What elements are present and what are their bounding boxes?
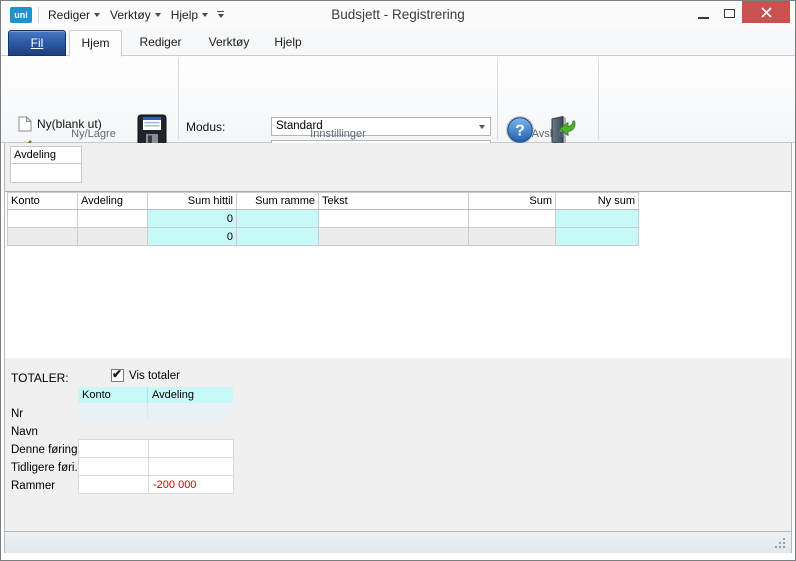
totals-row-denne-foring (79, 440, 234, 458)
status-bar (5, 531, 791, 553)
group-label-innstillinger: Innstillinger (179, 128, 497, 140)
totals-cell (149, 458, 234, 476)
cell-ny-sum[interactable] (556, 228, 639, 246)
minimize-icon (698, 17, 709, 19)
title-bar: uni Rediger Verktøy Hjelp Budsjett - Reg… (1, 1, 795, 28)
cell-sum[interactable] (469, 228, 556, 246)
vis-totaler-checkbox[interactable] (111, 369, 124, 382)
totals-col-header-avdeling: Avdeling (148, 387, 233, 403)
cell-tekst[interactable] (319, 228, 469, 246)
window-title: Budsjett - Registrering (1, 7, 795, 22)
maximize-icon (724, 9, 735, 18)
app-window: uni Rediger Verktøy Hjelp Budsjett - Reg… (0, 0, 796, 561)
vis-totaler-label[interactable]: Vis totaler (129, 370, 180, 382)
group-separator (598, 58, 599, 140)
col-header-konto[interactable]: Konto (8, 193, 78, 210)
ribbon: Ny(blank ut) Generer budsjett Lagre (1, 56, 795, 143)
col-header-ny-sum[interactable]: Ny sum (556, 193, 639, 210)
cell-tekst[interactable] (319, 210, 469, 228)
row-label-navn: Navn (11, 423, 38, 441)
tab-hjem[interactable]: Hjem (69, 30, 122, 57)
cell-konto[interactable] (8, 228, 78, 246)
totals-cell (79, 476, 149, 494)
group-label-avslutt: Avslutt (498, 128, 598, 140)
close-icon (761, 7, 772, 18)
totals-cell (79, 458, 149, 476)
totals-nr-konto-cell (78, 403, 148, 421)
tab-hjelp[interactable]: Hjelp (264, 30, 312, 56)
row-label-tidligere-foring: Tidligere føri... (11, 459, 84, 477)
ribbon-tab-strip: Fil Hjem Rediger Verktøy Hjelp (1, 28, 795, 56)
budget-grid-area: Konto Avdeling Sum hittil Sum ramme Teks… (5, 192, 791, 358)
cell-sum[interactable] (469, 210, 556, 228)
cell-konto[interactable] (8, 210, 78, 228)
cell-avdeling[interactable] (78, 228, 148, 246)
filter-panel: Avdeling (5, 143, 791, 192)
totals-rammer-value: -200 000 (149, 476, 234, 494)
row-label-denne-foring: Denne føring: (11, 441, 81, 459)
totals-cell (79, 440, 149, 458)
totals-grid: -200 000 (78, 439, 234, 494)
col-header-sum[interactable]: Sum (469, 193, 556, 210)
tab-fil[interactable]: Fil (8, 30, 66, 56)
resize-grip[interactable] (775, 538, 786, 549)
totals-nr-avdeling-cell (148, 403, 233, 421)
minimize-button[interactable] (690, 1, 717, 23)
group-label-ny-lagre: Ny/Lagre (9, 128, 178, 140)
totals-panel: TOTALER: Vis totaler Konto Avdeling Nr N… (5, 358, 791, 531)
totals-row-tidligere (79, 458, 234, 476)
avdeling-filter-input[interactable] (10, 163, 82, 183)
tab-rediger[interactable]: Rediger (129, 30, 192, 56)
budget-grid: Konto Avdeling Sum hittil Sum ramme Teks… (7, 192, 639, 246)
totals-cell (149, 440, 234, 458)
cell-sum-ramme[interactable] (237, 210, 319, 228)
col-header-sum-hittil[interactable]: Sum hittil (148, 193, 237, 210)
budget-row: 0 (8, 210, 639, 228)
cell-avdeling[interactable] (78, 210, 148, 228)
totals-col-header-konto: Konto (78, 387, 148, 403)
cell-sum-hittil[interactable]: 0 (148, 210, 237, 228)
tab-verktoy[interactable]: Verktøy (200, 30, 258, 56)
row-label-nr: Nr (11, 405, 23, 423)
budget-grid-header-row: Konto Avdeling Sum hittil Sum ramme Teks… (8, 193, 639, 210)
maximize-button[interactable] (717, 1, 742, 23)
budget-row: 0 (8, 228, 639, 246)
cell-sum-ramme[interactable] (237, 228, 319, 246)
cell-ny-sum[interactable] (556, 210, 639, 228)
totals-row-rammer: -200 000 (79, 476, 234, 494)
avdeling-filter-header: Avdeling (10, 146, 82, 164)
close-button[interactable] (742, 1, 790, 23)
totaler-label: TOTALER: (11, 371, 69, 385)
cell-sum-hittil[interactable]: 0 (148, 228, 237, 246)
col-header-avdeling[interactable]: Avdeling (78, 193, 148, 210)
col-header-tekst[interactable]: Tekst (319, 193, 469, 210)
row-label-rammer: Rammer (11, 477, 55, 495)
col-header-sum-ramme[interactable]: Sum ramme (237, 193, 319, 210)
resize-grip-dots (775, 538, 777, 540)
client-area: Avdeling Konto Avdeling Sum hittil Sum r… (4, 143, 792, 553)
